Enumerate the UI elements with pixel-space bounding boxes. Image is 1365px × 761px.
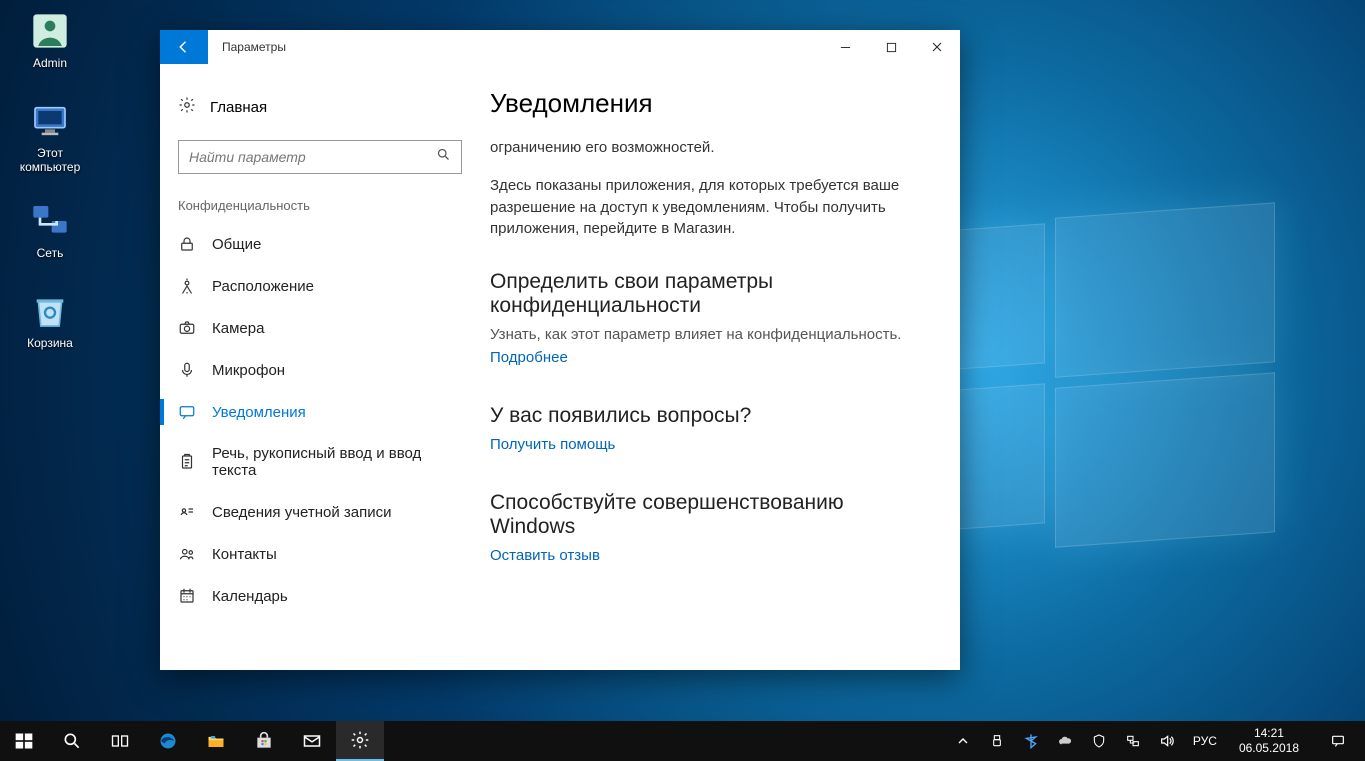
- microphone-icon: [178, 361, 196, 379]
- tray-chevron-up-icon[interactable]: [951, 733, 975, 749]
- desktop-icon-label: Этот: [10, 146, 90, 160]
- sidebar-item-camera[interactable]: Камера: [160, 307, 480, 349]
- desktop-icon-this-pc[interactable]: Этот компьютер: [10, 100, 90, 174]
- sidebar-item-label: Микрофон: [212, 362, 285, 379]
- camera-icon: [178, 319, 196, 337]
- chat-icon: [178, 403, 196, 421]
- tray-clock[interactable]: 14:21 06.05.2018: [1231, 726, 1307, 756]
- clipboard-icon: [178, 453, 196, 471]
- tray-network-icon[interactable]: [1121, 733, 1145, 749]
- sidebar-item-label: Сведения учетной записи: [212, 504, 392, 521]
- location-icon: [178, 277, 196, 295]
- desktop-icon-label: Admin: [10, 56, 90, 70]
- sidebar-item-label: Расположение: [212, 278, 314, 295]
- titlebar[interactable]: Параметры: [160, 30, 960, 64]
- window-title: Параметры: [208, 30, 822, 64]
- contacts-icon: [178, 545, 196, 563]
- home-link[interactable]: Главная: [160, 88, 480, 126]
- task-view-button[interactable]: [96, 721, 144, 761]
- minimize-button[interactable]: [822, 30, 868, 64]
- desktop-icon-label: Корзина: [10, 336, 90, 350]
- tray-language[interactable]: РУС: [1189, 734, 1221, 748]
- sidebar-item-notifications[interactable]: Уведомления: [160, 391, 480, 433]
- clock-date: 06.05.2018: [1239, 741, 1299, 756]
- close-button[interactable]: [914, 30, 960, 64]
- id-card-icon: [178, 503, 196, 521]
- sidebar-item-calendar[interactable]: Календарь: [160, 575, 480, 617]
- sidebar-item-location[interactable]: Расположение: [160, 265, 480, 307]
- sidebar-item-account[interactable]: Сведения учетной записи: [160, 491, 480, 533]
- search-input[interactable]: [189, 149, 436, 165]
- sidebar-group-header: Конфиденциальность: [160, 194, 480, 223]
- sidebar: Главная Конфиденциальность Общие Располо…: [160, 64, 480, 670]
- desktop: Admin Этот компьютер Сеть Корзина Параме…: [0, 0, 1365, 721]
- network-icon: [29, 200, 71, 242]
- sidebar-item-label: Календарь: [212, 588, 288, 605]
- feedback-link[interactable]: Оставить отзыв: [490, 547, 600, 564]
- sidebar-item-speech[interactable]: Речь, рукописный ввод и ввод текста: [160, 433, 480, 491]
- home-label: Главная: [210, 99, 267, 116]
- sidebar-item-microphone[interactable]: Микрофон: [160, 349, 480, 391]
- clock-time: 14:21: [1239, 726, 1299, 741]
- section-heading: Определить свои параметры конфиденциальн…: [490, 270, 930, 318]
- taskbar-app-explorer[interactable]: [192, 721, 240, 761]
- back-button[interactable]: [160, 30, 208, 64]
- sidebar-item-label: Общие: [212, 236, 261, 253]
- page-title: Уведомления: [490, 88, 930, 119]
- sidebar-item-label: Уведомления: [212, 404, 306, 421]
- lock-icon: [178, 235, 196, 253]
- section-subtext: Узнать, как этот параметр влияет на конф…: [490, 326, 930, 343]
- content-text: ограничению его возможностей.: [490, 137, 930, 159]
- learn-more-link[interactable]: Подробнее: [490, 349, 568, 366]
- desktop-icon-network[interactable]: Сеть: [10, 200, 90, 260]
- maximize-button[interactable]: [868, 30, 914, 64]
- tray-onedrive-icon[interactable]: [1053, 733, 1077, 749]
- taskbar-app-settings[interactable]: [336, 721, 384, 761]
- gear-icon: [178, 96, 196, 118]
- sidebar-item-contacts[interactable]: Контакты: [160, 533, 480, 575]
- taskbar: РУС 14:21 06.05.2018: [0, 721, 1365, 761]
- system-tray: РУС 14:21 06.05.2018: [945, 721, 1365, 761]
- get-help-link[interactable]: Получить помощь: [490, 436, 615, 453]
- desktop-icon-admin[interactable]: Admin: [10, 10, 90, 70]
- taskbar-app-mail[interactable]: [288, 721, 336, 761]
- section-heading: Способствуйте совершенствованию Windows: [490, 491, 930, 539]
- sidebar-item-label: Речь, рукописный ввод и ввод текста: [212, 445, 462, 479]
- desktop-icon-recycle-bin[interactable]: Корзина: [10, 290, 90, 350]
- desktop-icon-label: компьютер: [10, 160, 90, 174]
- tray-usb-icon[interactable]: [985, 733, 1009, 749]
- tray-volume-icon[interactable]: [1155, 733, 1179, 749]
- content-text: Здесь показаны приложения, для которых т…: [490, 175, 930, 240]
- start-button[interactable]: [0, 721, 48, 761]
- section-heading: У вас появились вопросы?: [490, 404, 930, 428]
- recycle-bin-icon: [29, 290, 71, 332]
- action-center-button[interactable]: [1317, 733, 1359, 749]
- tray-defender-icon[interactable]: [1087, 733, 1111, 749]
- user-icon: [29, 10, 71, 52]
- tray-bluetooth-icon[interactable]: [1019, 733, 1043, 749]
- taskbar-app-edge[interactable]: [144, 721, 192, 761]
- desktop-icon-label: Сеть: [10, 246, 90, 260]
- settings-window: Параметры Главная Конфиденциальность: [160, 30, 960, 670]
- search-icon: [436, 147, 451, 167]
- sidebar-item-label: Контакты: [212, 546, 277, 563]
- taskbar-app-store[interactable]: [240, 721, 288, 761]
- sidebar-item-label: Камера: [212, 320, 264, 337]
- calendar-icon: [178, 587, 196, 605]
- search-box[interactable]: [178, 140, 462, 174]
- computer-icon: [29, 100, 71, 142]
- search-button[interactable]: [48, 721, 96, 761]
- sidebar-item-general[interactable]: Общие: [160, 223, 480, 265]
- content-pane: Уведомления ограничению его возможностей…: [480, 64, 960, 670]
